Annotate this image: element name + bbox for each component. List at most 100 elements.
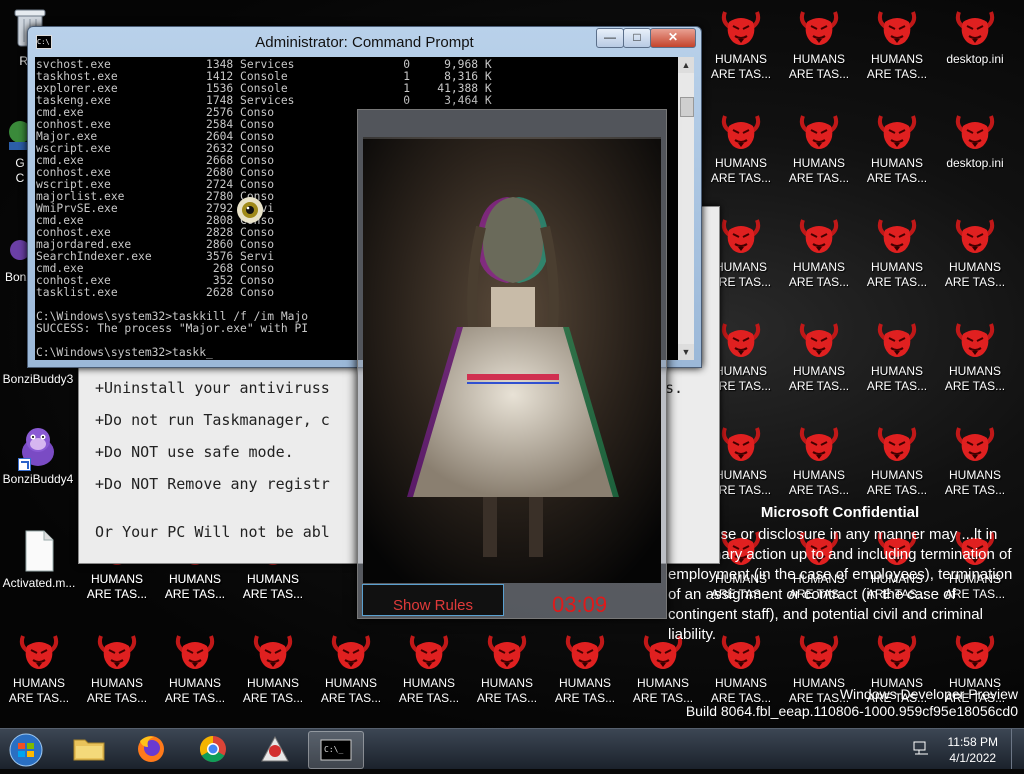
desktop-icon-humans[interactable]: HUMANS ARE TAS... — [547, 632, 623, 706]
start-button[interactable] — [0, 731, 52, 767]
desktop-icon-humans[interactable]: HUMANS ARE TAS... — [703, 112, 779, 186]
desktop-icon-humans[interactable]: HUMANS ARE TAS... — [391, 632, 467, 706]
desktop-icon-humans[interactable]: HUMANS ARE TAS... — [469, 632, 545, 706]
devil-icon — [253, 635, 293, 669]
devil-icon — [877, 11, 917, 45]
scroll-down-arrow-icon[interactable]: ▼ — [678, 344, 694, 360]
taskbar-firefox[interactable] — [124, 731, 178, 767]
scroll-thumb[interactable] — [680, 97, 694, 117]
taskbar-file-explorer[interactable] — [62, 731, 116, 767]
devil-icon — [799, 323, 839, 357]
desktop-icon-label: HUMANS ARE TAS... — [242, 572, 304, 601]
desktop-icon-label: HUMANS ARE TAS... — [320, 676, 382, 705]
desktop-icon-label: HUMANS ARE TAS... — [476, 676, 538, 705]
rule-line: +Do not run Taskmanager, c — [95, 411, 330, 429]
desktop-icon-humans[interactable]: HUMANS ARE TAS... — [781, 424, 857, 498]
desktop-icon-label: HUMANS ARE TAS... — [710, 156, 772, 185]
taskbar-java-app[interactable] — [248, 731, 302, 767]
desktop-icon-label: HUMANS ARE TAS... — [86, 676, 148, 705]
close-button[interactable]: ✕ — [650, 28, 696, 48]
desktop-icon-humans[interactable]: HUMANS ARE TAS... — [79, 572, 155, 602]
rule-line: Or Your PC Will not be abl — [95, 523, 330, 541]
desktop-icon-bonzibuddy4[interactable]: BonziBuddy4 — [0, 424, 76, 487]
desktop-icon-humans[interactable]: HUMANS ARE TAS... — [157, 632, 233, 706]
desktop-icon-label: HUMANS ARE TAS... — [710, 52, 772, 81]
desktop-icon-label: HUMANS ARE TAS... — [944, 364, 1006, 393]
devil-icon — [565, 635, 605, 669]
devil-icon — [19, 635, 59, 669]
desktop-icon-humans[interactable]: HUMANS ARE TAS... — [1, 632, 77, 706]
desktop-icon-humans[interactable]: HUMANS ARE TAS... — [859, 320, 935, 394]
desktop-icon-humans[interactable]: HUMANS ARE TAS... — [937, 216, 1013, 290]
desktop-icon-humans[interactable]: HUMANS ARE TAS... — [781, 320, 857, 394]
desktop-icon-humans[interactable]: HUMANS ARE TAS... — [235, 572, 311, 602]
desktop[interactable]: Rec G C Bonzi BonziBuddy3 BonziBuddy4 — [0, 0, 1024, 728]
show-desktop-button[interactable] — [1011, 729, 1024, 769]
desktop-icon-humans[interactable]: HUMANS ARE TAS... — [859, 424, 935, 498]
devil-icon — [721, 219, 761, 253]
folder-icon — [73, 739, 105, 761]
scroll-up-arrow-icon[interactable]: ▲ — [678, 57, 694, 73]
devil-icon — [175, 635, 215, 669]
desktop-icon-label: HUMANS ARE TAS... — [164, 676, 226, 705]
firefox-icon — [138, 736, 164, 762]
desktop-icon-label: HUMANS ARE TAS... — [554, 676, 616, 705]
devil-icon — [955, 219, 995, 253]
desktop-icon-label: BonziBuddy4 — [2, 472, 74, 486]
desktop-icon-humans[interactable]: HUMANS ARE TAS... — [313, 632, 389, 706]
devil-icon — [799, 427, 839, 461]
desktop-icon-label: HUMANS ARE TAS... — [242, 676, 304, 705]
desktop-icon-humans[interactable]: HUMANS ARE TAS... — [937, 424, 1013, 498]
desktop-icon-activated[interactable]: Activated.m... — [0, 530, 78, 591]
desktop-icon-label: HUMANS ARE TAS... — [8, 676, 70, 705]
devil-icon — [721, 115, 761, 149]
cmd-titlebar[interactable]: C:\ Administrator: Command Prompt — □ ✕ — [28, 27, 701, 55]
desktop-icon-humans[interactable]: desktop.ini — [937, 8, 1013, 67]
show-rules-button[interactable]: Show Rules — [362, 584, 504, 616]
glitch-figure-icon — [363, 137, 661, 583]
devil-icon — [955, 427, 995, 461]
desktop-icon-humans[interactable]: HUMANS ARE TAS... — [79, 632, 155, 706]
desktop-icon-humans[interactable]: HUMANS ARE TAS... — [235, 632, 311, 706]
minimize-button[interactable]: — — [596, 28, 624, 48]
desktop-icon-humans[interactable]: HUMANS ARE TAS... — [781, 112, 857, 186]
document-icon — [25, 530, 54, 572]
cmd-scrollbar[interactable]: ▲ ▼ — [678, 57, 694, 360]
desktop-icon-label: HUMANS ARE TAS... — [86, 572, 148, 601]
desktop-icon-humans[interactable]: desktop.ini — [937, 112, 1013, 171]
devil-icon — [799, 11, 839, 45]
desktop-icon-humans[interactable]: HUMANS ARE TAS... — [859, 112, 935, 186]
desktop-icon-label: HUMANS ARE TAS... — [866, 156, 928, 185]
scare-window[interactable]: Show Rules 03:09 — [357, 109, 667, 619]
taskbar-command-prompt[interactable]: C:\_ — [308, 731, 364, 769]
desktop-icon-humans[interactable]: HUMANS ARE TAS... — [157, 572, 233, 602]
creepy-girl-image — [363, 137, 661, 583]
desktop-icon-label: HUMANS ARE TAS... — [866, 52, 928, 81]
desktop-icon-humans[interactable]: HUMANS ARE TAS... — [859, 216, 935, 290]
taskbar-chrome[interactable] — [186, 731, 240, 767]
taskbar[interactable]: C:\_ 11:58 PM 4/1/2022 — [0, 728, 1024, 769]
desktop-icon-humans[interactable]: HUMANS ARE TAS... — [859, 8, 935, 82]
desktop-icon-humans[interactable]: HUMANS ARE TAS... — [937, 320, 1013, 394]
devil-icon — [877, 115, 917, 149]
rule-line-tail: s. — [665, 379, 684, 397]
devil-icon — [877, 323, 917, 357]
network-icon[interactable] — [912, 739, 932, 759]
devil-icon — [799, 115, 839, 149]
devil-icon — [331, 635, 371, 669]
devil-icon — [97, 635, 137, 669]
desktop-icon-label: HUMANS ARE TAS... — [788, 260, 850, 289]
desktop-icon-humans[interactable]: HUMANS ARE TAS... — [703, 8, 779, 82]
system-clock[interactable]: 11:58 PM 4/1/2022 — [948, 734, 998, 766]
devil-icon — [877, 427, 917, 461]
desktop-icon-humans[interactable]: HUMANS ARE TAS... — [781, 8, 857, 82]
countdown-timer: 03:09 — [552, 592, 608, 617]
desktop-icon-humans[interactable]: HUMANS ARE TAS... — [781, 216, 857, 290]
java-app-icon — [261, 735, 289, 762]
rule-line: +Do NOT use safe mode. — [95, 443, 294, 461]
rule-line: +Do NOT Remove any registr — [95, 475, 330, 493]
desktop-icon-label: Activated.m... — [2, 576, 76, 590]
desktop-icon-label: HUMANS ARE TAS... — [398, 676, 460, 705]
desktop-icon-label: HUMANS ARE TAS... — [788, 156, 850, 185]
maximize-button[interactable]: □ — [623, 28, 651, 48]
